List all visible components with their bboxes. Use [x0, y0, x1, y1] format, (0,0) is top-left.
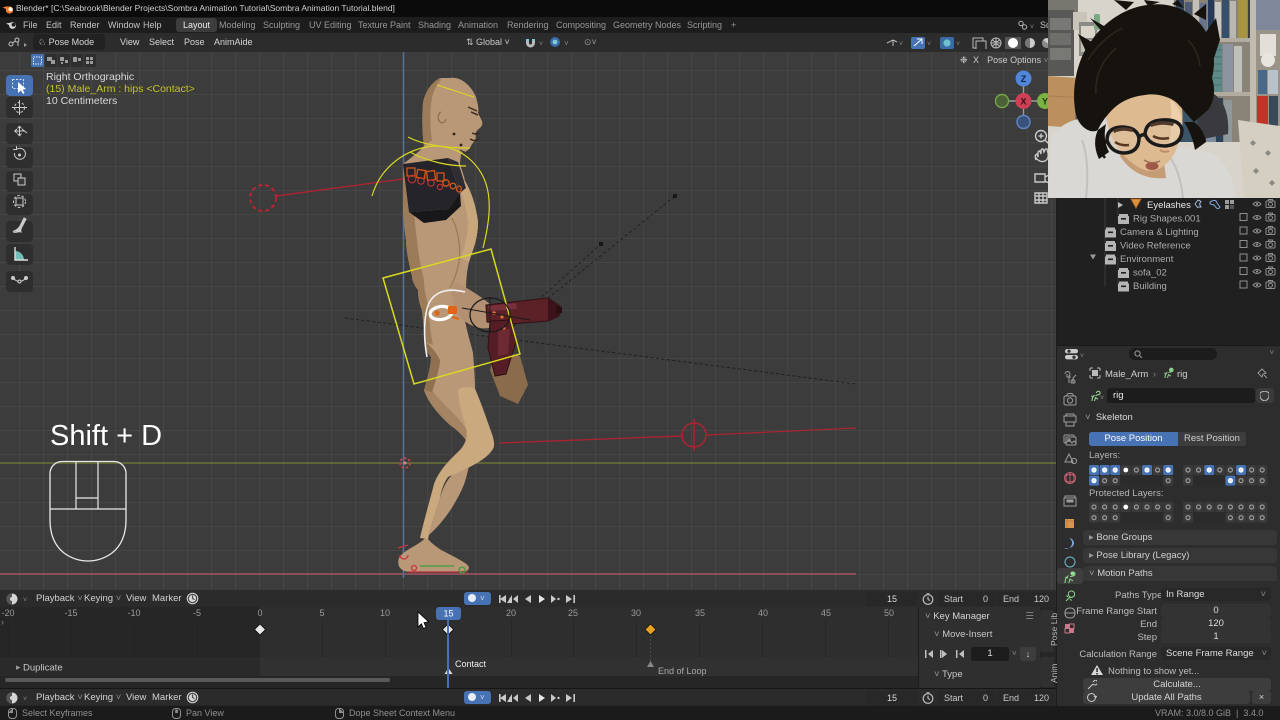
svg-text:Environment: Environment — [1120, 254, 1174, 265]
svg-text:˅: ˅ — [564, 39, 569, 48]
svg-text:5: 5 — [319, 608, 324, 618]
svg-text:X: X — [1020, 97, 1026, 107]
svg-text:˅: ˅ — [927, 41, 931, 48]
svg-text:Z: Z — [1021, 74, 1027, 84]
svg-text:0: 0 — [257, 608, 262, 618]
svg-text:Camera & Lighting: Camera & Lighting — [1120, 227, 1199, 238]
svg-text:Rig Shapes.001: Rig Shapes.001 — [1133, 214, 1201, 225]
svg-text:Eyelashes: Eyelashes — [1147, 200, 1191, 211]
svg-text:˅: ˅ — [23, 597, 27, 604]
svg-text:›: › — [1153, 369, 1156, 379]
svg-text:˅: ˅ — [899, 41, 903, 48]
svg-text:▸: ▸ — [16, 662, 21, 672]
svg-text:Male_Arm: Male_Arm — [1105, 369, 1148, 380]
svg-text:20: 20 — [506, 608, 516, 618]
svg-text:10: 10 — [380, 608, 390, 618]
svg-text:45: 45 — [821, 608, 831, 618]
svg-text:-10: -10 — [127, 608, 140, 618]
svg-text:Video Reference: Video Reference — [1120, 241, 1191, 252]
svg-text:Duplicate: Duplicate — [23, 663, 63, 674]
svg-text:30: 30 — [631, 608, 641, 618]
svg-text:End of Loop: End of Loop — [658, 666, 707, 676]
svg-text:35: 35 — [695, 608, 705, 618]
svg-text:sofa_02: sofa_02 — [1133, 268, 1167, 279]
svg-text:˅: ˅ — [1030, 24, 1034, 31]
svg-text:15: 15 — [443, 609, 453, 619]
svg-text:˅: ˅ — [23, 696, 27, 703]
svg-text:50: 50 — [884, 608, 894, 618]
svg-text:Contact: Contact — [455, 659, 487, 669]
svg-text:˅: ˅ — [956, 41, 960, 48]
svg-text:25: 25 — [568, 608, 578, 618]
svg-text:rig: rig — [1177, 369, 1188, 380]
svg-text:˅: ˅ — [1100, 395, 1104, 402]
svg-text:˅: ˅ — [539, 41, 543, 48]
svg-text:40: 40 — [758, 608, 768, 618]
svg-text:-5: -5 — [193, 608, 201, 618]
svg-text:-15: -15 — [64, 608, 77, 618]
svg-text:˅: ˅ — [1080, 353, 1084, 360]
svg-text:Building: Building — [1133, 281, 1167, 292]
